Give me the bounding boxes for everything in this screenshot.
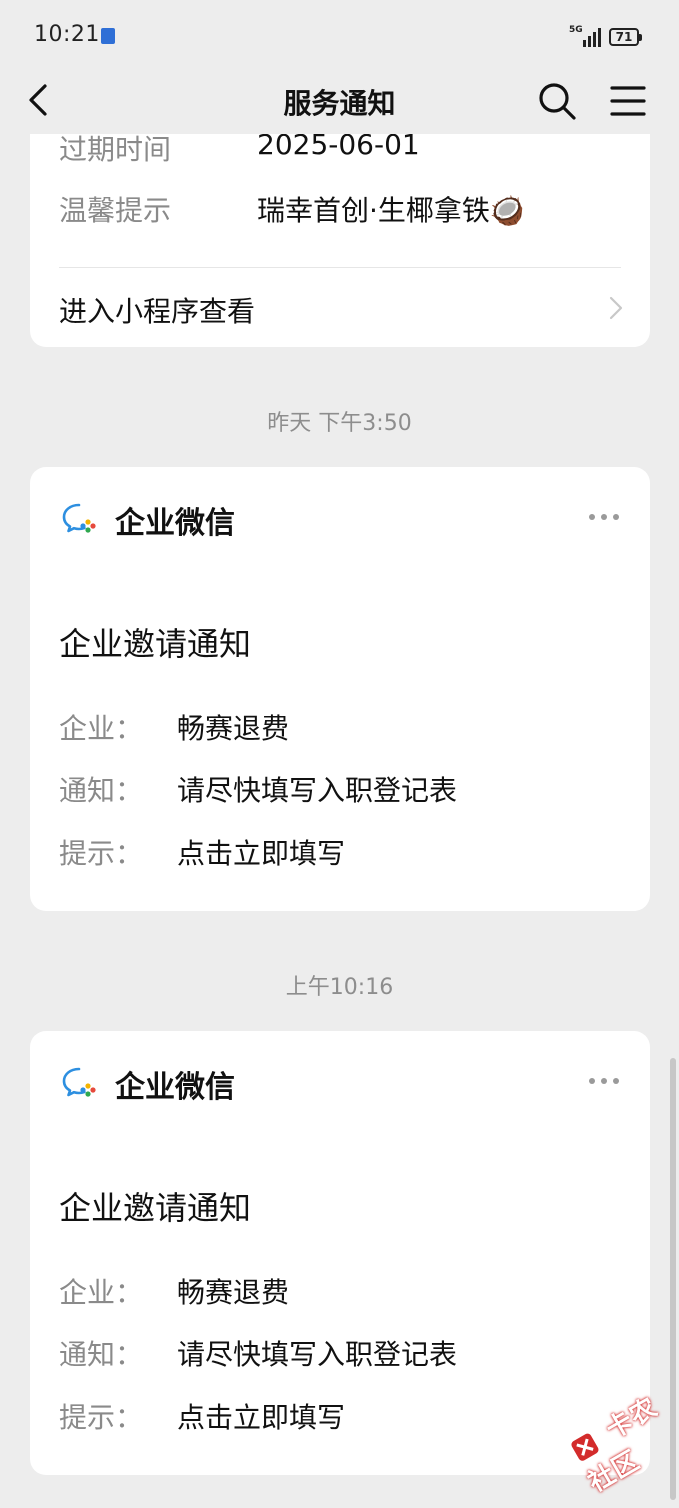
hint-label: 提示：: [59, 1401, 144, 1434]
status-bar: 10:21 5G 71: [0, 0, 679, 68]
company-value: 畅赛退费: [177, 1276, 290, 1309]
message-title: 企业邀请通知: [59, 1189, 252, 1227]
menu-icon[interactable]: [608, 82, 648, 120]
more-dots-icon[interactable]: [586, 499, 622, 535]
chevron-right-icon: [609, 296, 623, 320]
message-card[interactable]: 企业微信 企业邀请通知 企业： 畅赛退费 通知： 请尽快填写入职登记表 提示： …: [30, 1031, 650, 1475]
message-title: 企业邀请通知: [59, 625, 252, 663]
hint-value: 点击立即填写: [177, 837, 346, 870]
more-dots-icon[interactable]: [586, 1063, 622, 1099]
app-name: 企业微信: [115, 1070, 235, 1105]
hint-value: 点击立即填写: [177, 1401, 346, 1434]
message-timestamp: 上午10:16: [285, 975, 394, 1000]
hint-label: 提示：: [59, 837, 144, 870]
notification-card-top[interactable]: 过期时间 2025-06-01 温馨提示 瑞幸首创·生椰拿铁🥥 进入小程序查看: [30, 100, 650, 347]
company-label: 企业：: [59, 1276, 144, 1309]
tip-label: 温馨提示: [59, 194, 172, 227]
notice-label: 通知：: [59, 1338, 144, 1371]
card-divider: [59, 267, 621, 268]
nav-bar: 服务通知: [0, 68, 679, 134]
notice-value: 请尽快填写入职登记表: [177, 1338, 458, 1371]
app-name: 企业微信: [115, 506, 235, 541]
message-timestamp: 昨天 下午3:50: [267, 411, 412, 436]
company-value: 畅赛退费: [177, 712, 290, 745]
message-card[interactable]: 企业微信 企业邀请通知 企业： 畅赛退费 通知： 请尽快填写入职登记表 提示： …: [30, 467, 650, 911]
tip-value: 瑞幸首创·生椰拿铁🥥: [257, 194, 525, 227]
open-mini-program-link[interactable]: 进入小程序查看: [59, 290, 255, 330]
company-label: 企业：: [59, 712, 144, 745]
expiry-label: 过期时间: [59, 133, 172, 166]
battery-indicator: 71: [609, 28, 642, 46]
network-type: 5G: [569, 25, 583, 35]
search-icon[interactable]: [536, 80, 578, 122]
wecom-icon: [62, 1067, 96, 1097]
status-time: 10:21: [34, 22, 100, 47]
notification-app-icon: [101, 28, 115, 44]
notice-value: 请尽快填写入职登记表: [177, 774, 458, 807]
wecom-icon: [62, 503, 96, 533]
notice-label: 通知：: [59, 774, 144, 807]
